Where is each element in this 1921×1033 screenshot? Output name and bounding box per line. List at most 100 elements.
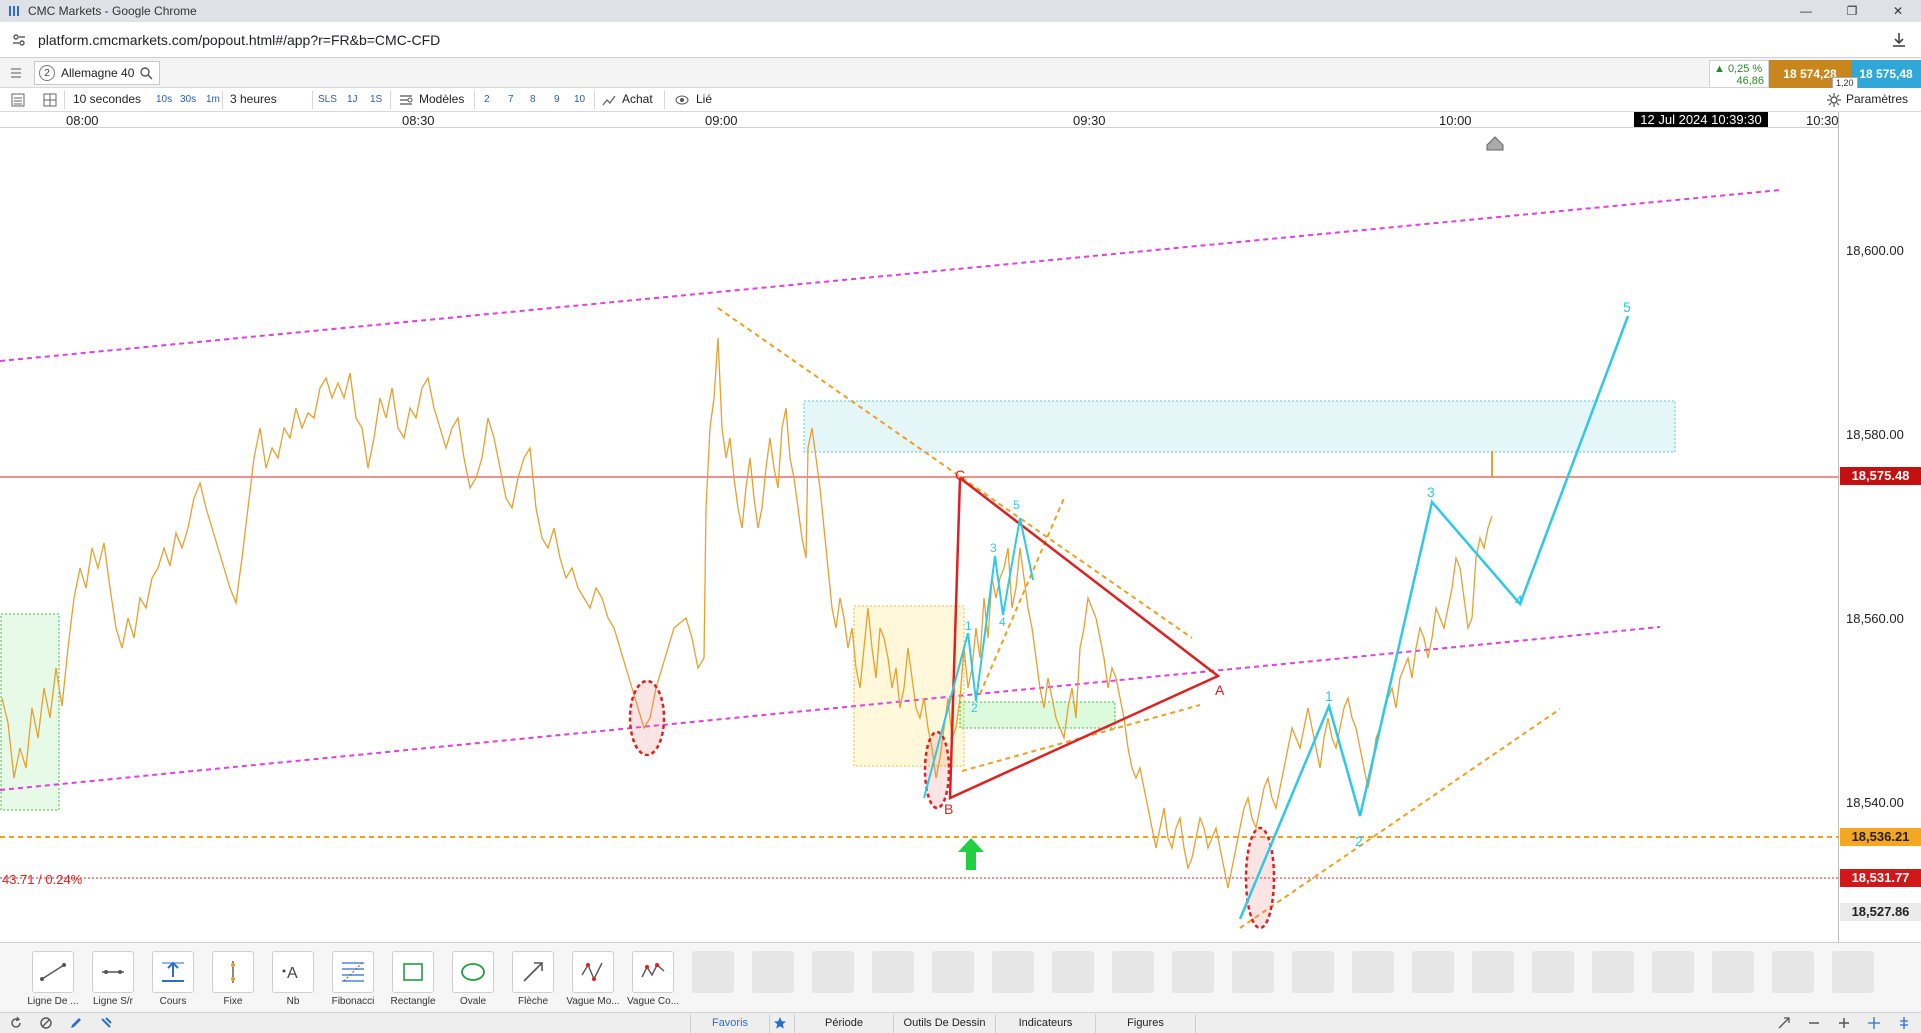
empty-tool-slot[interactable] xyxy=(1112,951,1154,993)
empty-tool-slot[interactable] xyxy=(1532,951,1574,993)
range-select[interactable]: 3 heures xyxy=(230,92,277,106)
svg-text:A: A xyxy=(287,965,298,982)
tool-oval[interactable]: Ovale xyxy=(444,951,500,1011)
tool-line[interactable]: Ligne De ... xyxy=(24,951,80,1011)
menu-icon[interactable] xyxy=(8,65,24,81)
url-text[interactable]: platform.cmcmarkets.com/popout.html#/app… xyxy=(38,32,440,48)
empty-tool-slot[interactable] xyxy=(1832,951,1874,993)
search-icon[interactable] xyxy=(139,66,153,80)
trendline-up-long xyxy=(1239,708,1561,929)
empty-tool-slot[interactable] xyxy=(1052,951,1094,993)
clear-icon[interactable] xyxy=(38,1015,54,1031)
magnet-icon[interactable] xyxy=(98,1015,114,1031)
buy-mode-button[interactable]: Achat xyxy=(622,92,653,106)
tool-wave-corrective[interactable]: Vague Co... xyxy=(624,951,680,1011)
empty-tool-slot[interactable] xyxy=(692,951,734,993)
instrument-selector[interactable]: 2 Allemagne 40 xyxy=(34,61,160,85)
tool-fibonacci[interactable]: Fibonacci xyxy=(324,951,380,1011)
linked-button[interactable]: Lié xyxy=(696,92,712,106)
star-icon[interactable] xyxy=(772,1015,788,1031)
templates-menu[interactable]: Modèles xyxy=(419,92,464,106)
tool-ray[interactable]: Ligne S/r xyxy=(84,951,140,1011)
price-chart[interactable]: C B A 1 2 3 4 5 1 2 3 4 5 xyxy=(0,128,1840,942)
time-tick: 10:30 xyxy=(1806,113,1839,128)
download-icon[interactable] xyxy=(1889,30,1909,50)
window-title: CMC Markets - Google Chrome xyxy=(28,4,197,18)
tab-figures[interactable]: Figures xyxy=(1096,1014,1196,1033)
buy-price-button[interactable]: 18 575,48 xyxy=(1851,60,1921,88)
template-slot-7[interactable]: 7 xyxy=(508,94,514,105)
address-bar[interactable]: platform.cmcmarkets.com/popout.html#/app… xyxy=(0,22,1921,58)
large-wave-label-4: 4 xyxy=(1515,592,1523,608)
empty-tool-slot[interactable] xyxy=(1592,951,1634,993)
settings-gear-icon[interactable] xyxy=(1826,92,1842,108)
time-tick: 10:00 xyxy=(1439,113,1472,128)
tab-drawing-tools[interactable]: Outils De Dessin xyxy=(894,1014,996,1033)
empty-tool-slot[interactable] xyxy=(932,951,974,993)
refresh-icon[interactable] xyxy=(8,1015,24,1031)
link-eye-icon[interactable] xyxy=(674,92,690,108)
template-slot-9[interactable]: 9 xyxy=(554,94,560,105)
tool-text[interactable]: A Nb xyxy=(264,951,320,1011)
current-price-tag: 18,575.48 xyxy=(1840,467,1921,485)
small-wave-label-2: 2 xyxy=(971,701,978,715)
tool-price[interactable]: Cours xyxy=(144,951,200,1011)
quick-interval-1m[interactable]: 1m xyxy=(206,94,220,105)
large-wave-label-5: 5 xyxy=(1623,299,1631,315)
empty-tool-slot[interactable] xyxy=(1712,951,1754,993)
empty-tool-slot[interactable] xyxy=(1352,951,1394,993)
empty-tool-slot[interactable] xyxy=(1172,951,1214,993)
templates-icon[interactable] xyxy=(398,92,414,108)
price-tick: 18,600.00 xyxy=(1846,243,1904,258)
horizontal-line-tool-icon xyxy=(92,951,134,993)
fibonacci-tool-icon xyxy=(332,951,374,993)
template-slot-8[interactable]: 8 xyxy=(530,94,536,105)
empty-tool-slot[interactable] xyxy=(1472,951,1514,993)
site-info-icon[interactable] xyxy=(10,31,28,49)
template-slot-10[interactable]: 10 xyxy=(574,94,585,105)
trade-icon[interactable] xyxy=(601,92,617,108)
empty-tool-slot[interactable] xyxy=(1412,951,1454,993)
quick-range-1j[interactable]: 1J xyxy=(347,94,358,105)
zoom-out-icon[interactable] xyxy=(1806,1015,1822,1031)
restore-icon[interactable]: ❐ xyxy=(1829,0,1875,22)
price-tick: 18,580.00 xyxy=(1846,427,1904,442)
oval-tool-icon xyxy=(452,951,494,993)
empty-tool-slot[interactable] xyxy=(992,951,1034,993)
channel-lower-line xyxy=(0,626,1661,791)
template-slot-2[interactable]: 2 xyxy=(484,94,490,105)
empty-tool-slot[interactable] xyxy=(812,951,854,993)
empty-tool-slot[interactable] xyxy=(1772,951,1814,993)
empty-tool-slot[interactable] xyxy=(1232,951,1274,993)
quick-interval-30s[interactable]: 30s xyxy=(180,94,196,105)
pencil-icon[interactable] xyxy=(68,1015,84,1031)
expand-icon[interactable] xyxy=(1776,1015,1792,1031)
list-icon[interactable] xyxy=(10,92,26,108)
empty-tool-slot[interactable] xyxy=(1652,951,1694,993)
empty-tool-slot[interactable] xyxy=(1292,951,1334,993)
empty-tool-slot[interactable] xyxy=(752,951,794,993)
layout-grid-icon[interactable] xyxy=(42,92,58,108)
quick-range-sls[interactable]: SLS xyxy=(318,94,337,105)
zoom-in-icon[interactable] xyxy=(1836,1015,1852,1031)
tool-rectangle[interactable]: Rectangle xyxy=(384,951,440,1011)
vertical-crosshair-icon[interactable] xyxy=(1896,1015,1912,1031)
cyan-zone xyxy=(803,400,1676,453)
orange-level-tag: 18,536.21 xyxy=(1840,828,1921,846)
settings-button[interactable]: Paramètres xyxy=(1846,92,1908,106)
tool-fixed[interactable]: Fixe xyxy=(204,951,260,1011)
tool-wave[interactable]: Vague Mo... xyxy=(564,951,620,1011)
tab-favorites[interactable]: Favoris xyxy=(690,1014,770,1033)
close-icon[interactable]: ✕ xyxy=(1875,0,1921,22)
time-axis: 08:00 08:30 09:00 09:30 10:00 10:30 xyxy=(0,112,1840,128)
range-percent-label: 43.71 / 0.24% xyxy=(2,872,83,887)
tab-indicators[interactable]: Indicateurs xyxy=(996,1014,1096,1033)
quick-interval-10s[interactable]: 10s xyxy=(156,94,172,105)
tool-arrow[interactable]: Flèche xyxy=(504,951,560,1011)
empty-tool-slot[interactable] xyxy=(872,951,914,993)
tab-period[interactable]: Période xyxy=(794,1014,894,1033)
crosshair-icon[interactable] xyxy=(1866,1015,1882,1031)
quick-range-1s[interactable]: 1S xyxy=(370,94,382,105)
interval-select[interactable]: 10 secondes xyxy=(73,92,141,106)
minimize-icon[interactable]: — xyxy=(1783,0,1829,22)
